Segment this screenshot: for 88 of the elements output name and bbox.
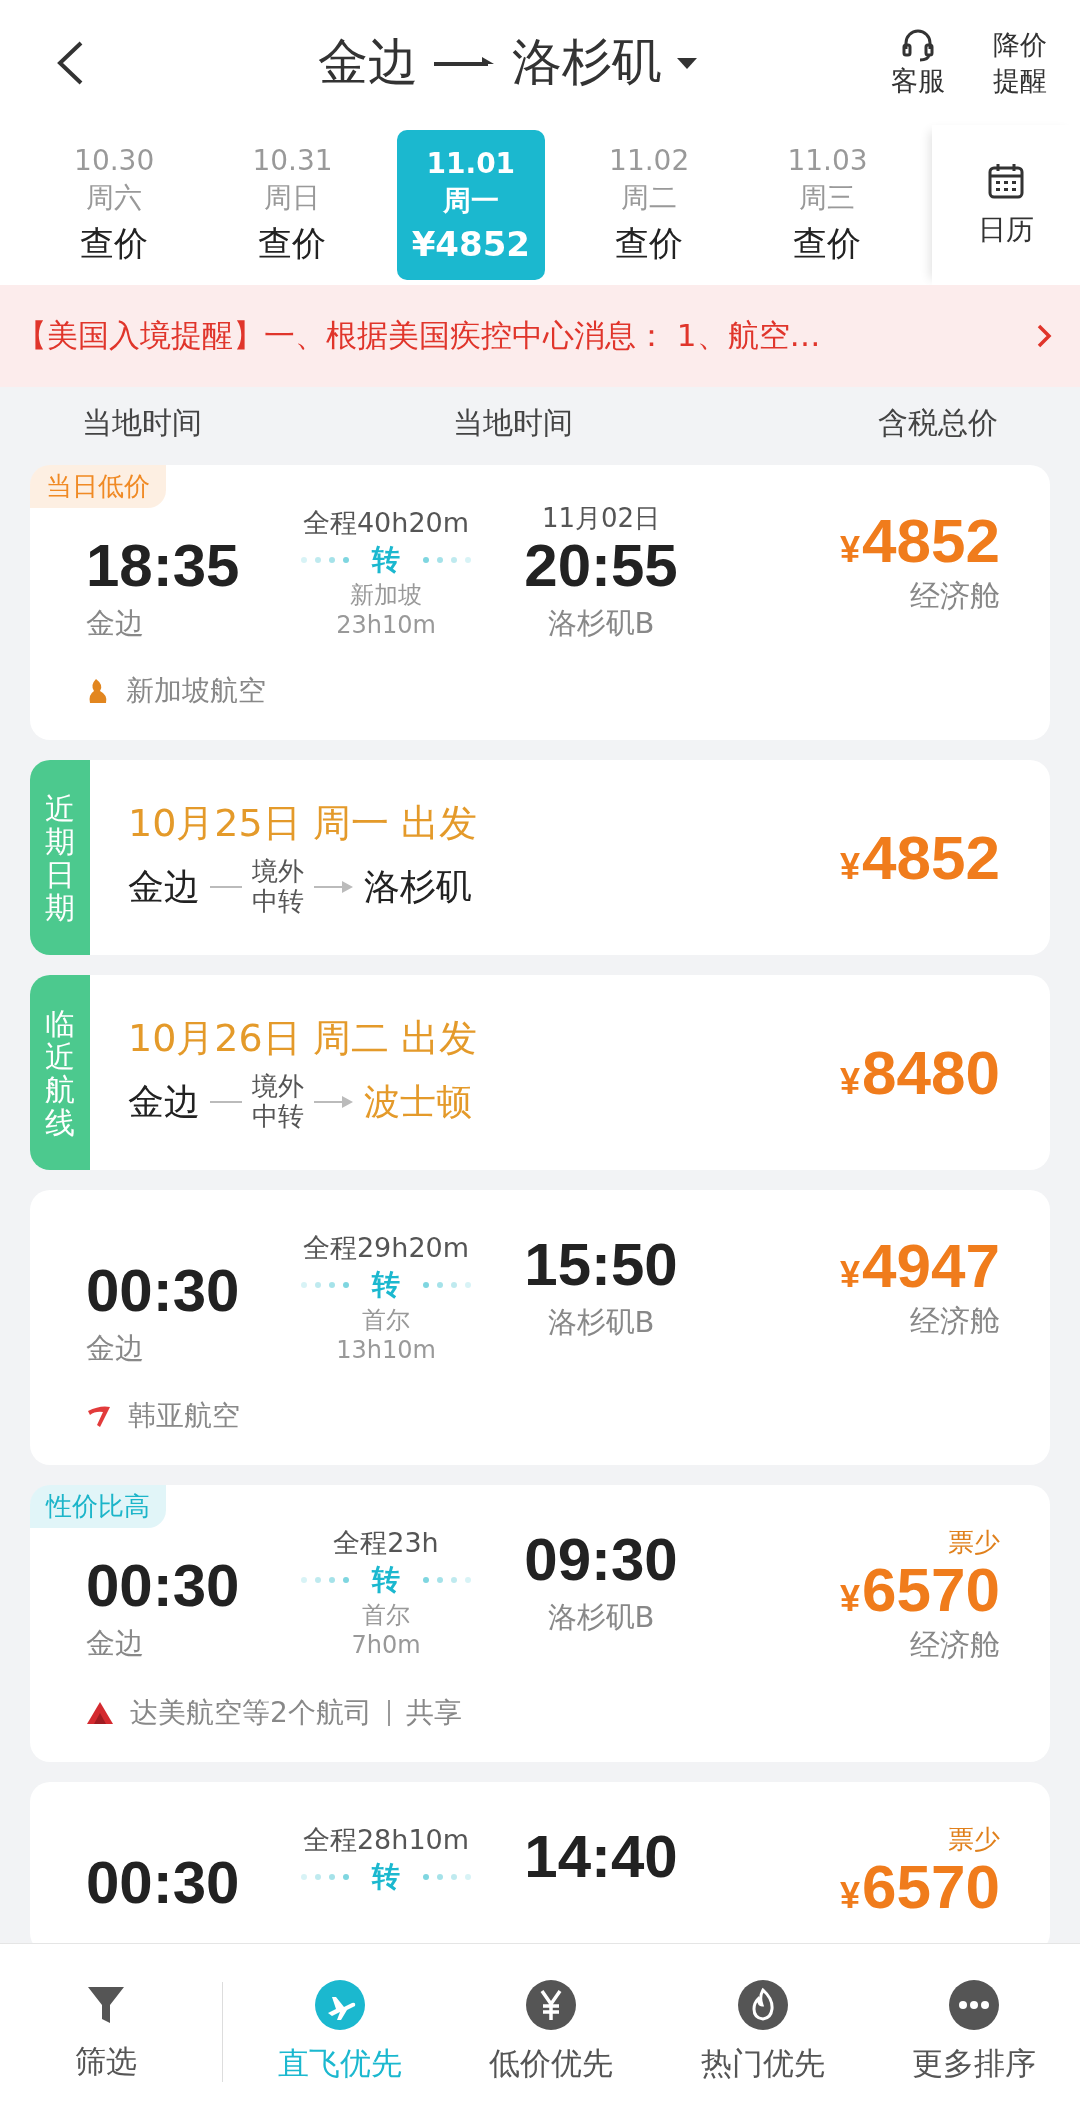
triangle-logo-icon — [86, 1701, 114, 1726]
airline-name: 韩亚航空 — [128, 1398, 240, 1434]
price: ¥4852 — [840, 505, 1000, 577]
departure-airport: 金边 — [86, 1330, 145, 1367]
caret-icon[interactable] — [676, 55, 698, 70]
back-icon — [55, 39, 85, 86]
date-tab[interactable]: 10.31 周日 查价 — [218, 130, 367, 280]
destination-city: 波士顿 — [364, 1079, 472, 1124]
sort-tab[interactable]: 筛选 — [10, 1980, 201, 2083]
flight-card[interactable]: 00:30 金边 全程29h20m 转 首尔 13h10m 15:50 洛杉矶B ¥4947 经济舱 韩亚航空 — [30, 1190, 1050, 1465]
date-tab[interactable]: 10.30 周六 查价 — [40, 130, 189, 280]
flight-card[interactable]: 性价比高 00:30 金边 全程23h 转 首尔 7h0m 09:30 洛杉矶B 票少 ¥6570 经济舱 达美航空等2个航司 共享 — [30, 1485, 1050, 1763]
date-tab[interactable]: 11.02 周二 查价 — [575, 130, 724, 280]
departure-time: 18:35 — [86, 531, 241, 600]
flight-card[interactable]: 00:30 全程28h10m 转 14:40 票少 ¥6570 — [30, 1782, 1050, 1943]
column-heading: 含税总价 — [878, 403, 998, 442]
departure-date: 10月26日 周二 出发 — [128, 1015, 477, 1063]
route-line — [210, 1100, 242, 1104]
transfer-label: 转 — [372, 1859, 400, 1896]
suggestion-card[interactable]: 临近航线 10月26日 周二 出发 金边 境外 中转 波士顿 ¥8480 — [30, 975, 1050, 1170]
suggestion-card[interactable]: 近期日期 10月25日 周一 出发 金边 境外 中转 洛杉矶 ¥4852 — [30, 760, 1050, 955]
flame-icon — [736, 1978, 789, 2031]
arrival-time: 14:40 — [524, 1822, 678, 1892]
arrival-time: 15:50 — [524, 1230, 678, 1299]
stopover-city: 首尔 — [362, 1305, 410, 1336]
codeshare-label: 共享 — [405, 1695, 462, 1732]
flight-card[interactable]: 当日低价 18:35 金边 全程40h20m 转 新加坡 23h10m 11月02日 20:55 洛杉矶B ¥4852 经济舱 新加坡航空 — [30, 465, 1050, 740]
column-heading: 当地时间 — [82, 403, 202, 442]
price: ¥8480 — [840, 1036, 1000, 1109]
total-duration: 全程23h — [333, 1526, 439, 1560]
card-tag: 性价比高 — [30, 1485, 166, 1528]
price: ¥4852 — [840, 821, 1000, 894]
origin-city: 金边 — [318, 32, 418, 93]
sort-tab[interactable]: 热门优先 — [667, 1978, 858, 2085]
arrival-date: 11月02日 — [541, 505, 661, 531]
departure-date: 10月25日 周一 出发 — [128, 800, 477, 848]
stopover-duration: 13h10m — [336, 1336, 436, 1364]
arrival-time: 20:55 — [524, 531, 678, 600]
transfer-label: 转 — [372, 1562, 400, 1598]
card-tag: 当日低价 — [30, 465, 166, 508]
origin-city: 金边 — [128, 1079, 200, 1124]
cabin-class: 经济舱 — [910, 577, 1000, 616]
calendar-button[interactable]: 日历 — [931, 125, 1080, 285]
departure-airport: 金边 — [86, 605, 145, 642]
sort-tab[interactable]: 低价优先 — [456, 1978, 647, 2085]
column-heading: 当地时间 — [453, 403, 573, 442]
transfer-note: 境外 中转 — [252, 1072, 304, 1132]
stopover-duration: 23h10m — [336, 611, 436, 639]
transfer-label: 转 — [372, 542, 400, 578]
cabin-class: 经济舱 — [910, 1626, 1000, 1665]
stopover-city: 新加坡 — [350, 580, 422, 611]
side-label: 近期日期 — [30, 760, 90, 955]
date-tab[interactable]: 11.03 周三 查价 — [753, 130, 902, 280]
price-alert-button[interactable]: 降价提醒 — [990, 27, 1050, 98]
transfer-label: 转 — [372, 1267, 400, 1303]
yen-icon — [525, 1978, 578, 2031]
airline-name: 新加坡航空 — [126, 673, 266, 709]
total-duration: 全程29h20m — [302, 1231, 470, 1265]
more-icon — [948, 1978, 1001, 2031]
price: ¥4947 — [840, 1230, 1000, 1302]
arrival-time: 09:30 — [524, 1525, 678, 1594]
destination-city: 洛杉矶 — [364, 864, 472, 909]
departure-airport: 金边 — [86, 1625, 145, 1662]
chevron-right-icon — [1036, 323, 1052, 349]
route-line — [210, 885, 242, 889]
arrival-airport: 洛杉矶B — [547, 1304, 655, 1341]
notice-text: 【美国入境提醒】一、根据美国疾控中心消息： 1、航空… — [16, 316, 821, 355]
notice-banner[interactable]: 【美国入境提醒】一、根据美国疾控中心消息： 1、航空… — [0, 285, 1080, 387]
sort-tab[interactable]: 更多排序 — [879, 1978, 1070, 2085]
departure-time: 00:30 — [86, 1551, 241, 1620]
customer-service-button[interactable]: 客服 — [870, 26, 966, 99]
arrow-icon — [314, 1094, 354, 1110]
destination-city: 洛杉矶 — [512, 32, 662, 93]
transfer-note: 境外 中转 — [252, 857, 304, 917]
total-duration: 全程40h20m — [302, 506, 470, 540]
arrival-airport: 洛杉矶B — [547, 605, 655, 642]
departure-time: 00:30 — [86, 1848, 241, 1918]
stopover-duration: 7h0m — [351, 1631, 421, 1659]
airline-name: 达美航空等2个航司 — [130, 1695, 372, 1732]
side-label: 临近航线 — [30, 975, 90, 1170]
departure-time: 00:30 — [86, 1256, 241, 1325]
origin-city: 金边 — [128, 864, 200, 909]
total-duration: 全程28h10m — [302, 1823, 470, 1858]
plane-icon — [313, 1978, 366, 2031]
arrow-icon — [314, 879, 354, 895]
cabin-class: 经济舱 — [910, 1302, 1000, 1341]
stopover-city: 首尔 — [362, 1600, 410, 1631]
arrival-airport: 洛杉矶B — [547, 1599, 655, 1636]
